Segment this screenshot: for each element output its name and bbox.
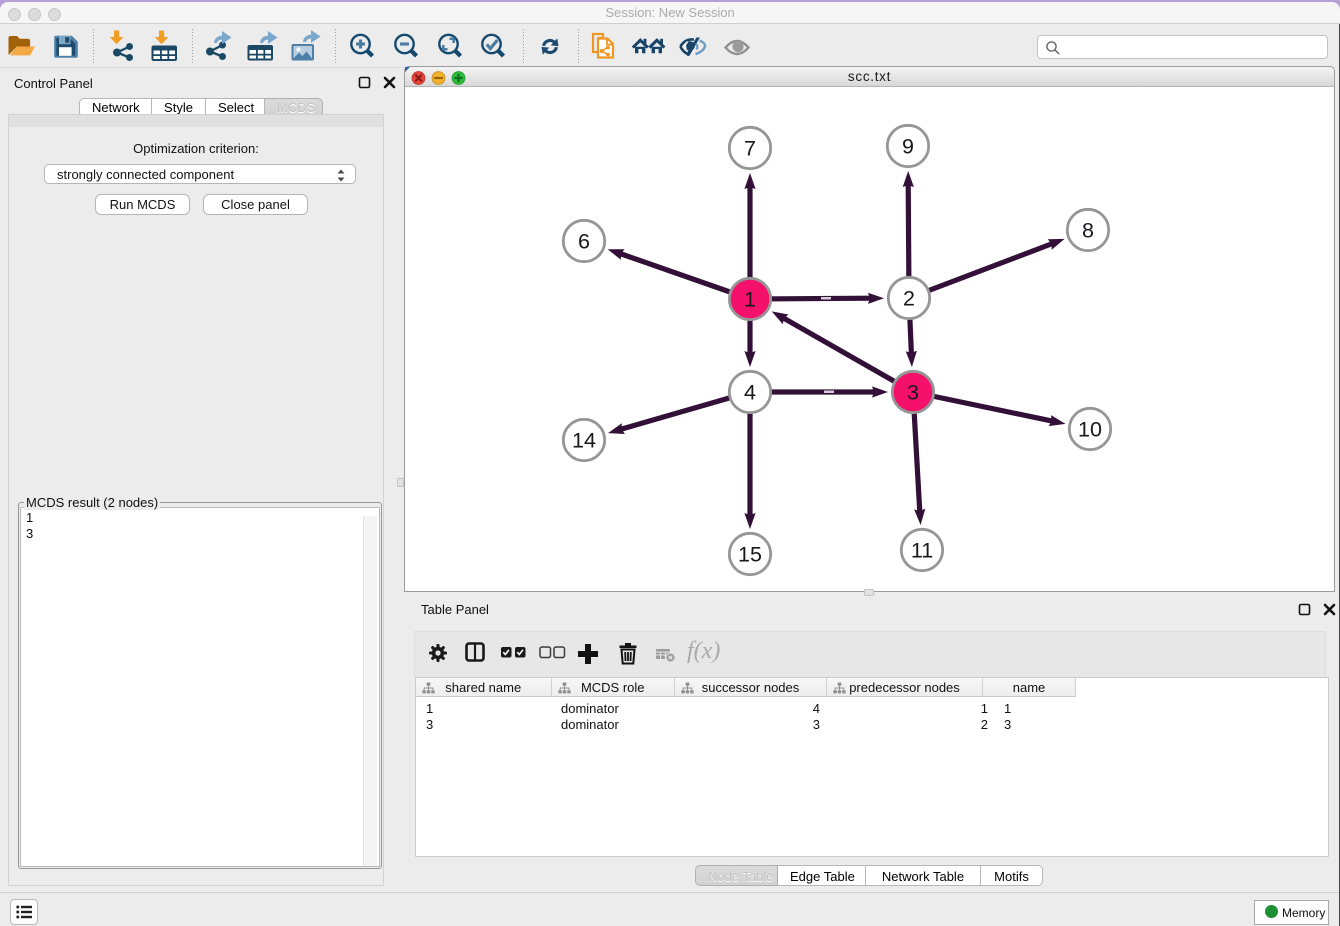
svg-text:2: 2	[903, 287, 915, 311]
svg-text:14: 14	[572, 429, 596, 453]
svg-text:15: 15	[738, 543, 762, 567]
svg-text:7: 7	[744, 137, 756, 161]
svg-text:10: 10	[1078, 418, 1102, 442]
svg-text:1: 1	[744, 288, 756, 312]
svg-text:9: 9	[902, 135, 914, 159]
svg-text:11: 11	[911, 539, 933, 563]
svg-text:6: 6	[578, 230, 590, 254]
svg-text:8: 8	[1082, 219, 1094, 243]
svg-text:4: 4	[744, 381, 756, 405]
svg-text:3: 3	[907, 381, 919, 405]
